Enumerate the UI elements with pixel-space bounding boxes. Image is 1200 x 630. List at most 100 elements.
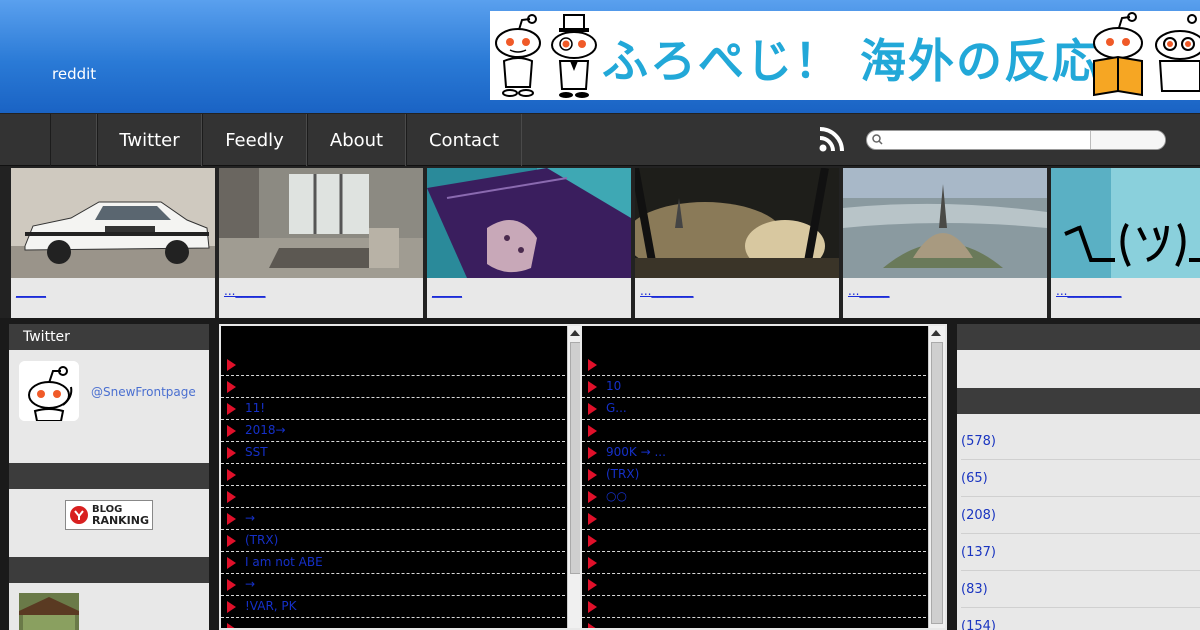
feed-item[interactable]: G...: [582, 398, 926, 420]
site-header: reddit ふろぺじ！ 海外の反応: [0, 0, 1200, 113]
feed-item[interactable]: [582, 354, 926, 376]
category-count[interactable]: (137): [961, 534, 1200, 571]
bullet-arrow-icon: [227, 403, 236, 415]
avatar[interactable]: [19, 361, 79, 421]
nav-item-twitter[interactable]: Twitter: [97, 114, 202, 166]
thumb-link[interactable]: ..._______: [640, 284, 693, 298]
blog-ranking-badge[interactable]: BLOG RANKING: [65, 500, 153, 530]
thumb-island-image: [843, 168, 1047, 278]
search-button[interactable]: [1090, 131, 1165, 149]
sidebar-section-heading: [9, 557, 209, 583]
category-count[interactable]: (578): [961, 423, 1200, 460]
feed-panel-left: 11! 2018→ SST → (TRX) I am not ABE → !VAR, PK: [219, 324, 586, 630]
sidebar-photo-image[interactable]: [19, 593, 79, 630]
thumb-link[interactable]: _____: [432, 284, 462, 298]
thumb-link[interactable]: _____: [16, 284, 46, 298]
feed-item-link[interactable]: I am not ABE: [245, 555, 323, 569]
category-count[interactable]: (154): [961, 608, 1200, 630]
bullet-arrow-icon: [227, 447, 236, 459]
feed-item[interactable]: ○○: [582, 486, 926, 508]
feed-item[interactable]: [221, 618, 565, 628]
feed-item[interactable]: 11!: [221, 398, 565, 420]
nav-item-label: Twitter: [119, 129, 180, 151]
nav-item-about[interactable]: About: [307, 114, 406, 166]
scroll-up-icon[interactable]: [931, 330, 941, 336]
featured-card[interactable]: ..._________: [1051, 168, 1200, 318]
mascot-left-image: [495, 14, 541, 97]
featured-card[interactable]: ..._______: [635, 168, 839, 318]
category-count[interactable]: (208): [961, 497, 1200, 534]
right-sidebar: (578) (65) (208) (137) (83) (154): [957, 324, 1200, 630]
feed-item[interactable]: [582, 596, 926, 618]
feed-scrollbar[interactable]: [928, 326, 945, 628]
feed-item-link[interactable]: 2018→: [245, 423, 286, 437]
feed-item[interactable]: 10: [582, 376, 926, 398]
bullet-arrow-icon: [588, 535, 597, 547]
feed-item-link[interactable]: →: [245, 577, 255, 591]
sidebar-section-heading: [957, 324, 1200, 350]
featured-card[interactable]: ..._____: [219, 168, 423, 318]
feed-item[interactable]: !VAR, PK: [221, 596, 565, 618]
bullet-arrow-icon: [227, 491, 236, 503]
feed-item[interactable]: SST: [221, 442, 565, 464]
feed-item[interactable]: →: [221, 574, 565, 596]
featured-card[interactable]: _____: [427, 168, 631, 318]
bullet-arrow-icon: [588, 359, 597, 371]
feed-item[interactable]: (TRX): [221, 530, 565, 552]
feed-item[interactable]: [221, 354, 565, 376]
feed-item-link[interactable]: 11!: [245, 401, 265, 415]
category-count[interactable]: (65): [961, 460, 1200, 497]
nav-item-home[interactable]: [50, 114, 97, 166]
search-input[interactable]: [887, 131, 1089, 149]
feed-item[interactable]: [582, 618, 926, 628]
mascot-tophat-image: [551, 14, 597, 98]
nav-item-label: Contact: [428, 129, 500, 151]
feed-item-link[interactable]: (TRX): [245, 533, 278, 547]
feed-item-link[interactable]: ○○: [606, 489, 627, 503]
bullet-arrow-icon: [227, 381, 236, 393]
feed-item[interactable]: [221, 464, 565, 486]
feed-item[interactable]: 2018→: [221, 420, 565, 442]
scroll-up-icon[interactable]: [570, 330, 580, 336]
category-count[interactable]: (83): [961, 571, 1200, 608]
feed-item[interactable]: (TRX): [582, 464, 926, 486]
nav-item-feedly[interactable]: Feedly: [202, 114, 307, 166]
feed-item[interactable]: [221, 486, 565, 508]
featured-card[interactable]: _____: [11, 168, 215, 318]
featured-strip: _____ ..._____ _____ ..._______ ..._____…: [0, 166, 1200, 318]
feed-item-link[interactable]: G...: [606, 401, 627, 415]
bullet-arrow-icon: [588, 381, 597, 393]
header-banner[interactable]: ふろぺじ！ 海外の反応: [490, 11, 1200, 100]
feed-item-link[interactable]: →: [245, 511, 255, 525]
feed-item-link[interactable]: SST: [245, 445, 268, 459]
rss-icon[interactable]: [818, 125, 846, 153]
twitter-handle-link[interactable]: @SnewFrontpage: [91, 385, 196, 399]
bullet-arrow-icon: [227, 425, 236, 437]
thumb-link[interactable]: ..._____: [224, 284, 265, 298]
site-title-link[interactable]: reddit: [52, 65, 96, 83]
nav-item-contact[interactable]: Contact: [406, 114, 522, 166]
scroll-thumb[interactable]: [931, 342, 943, 624]
feed-item[interactable]: [582, 420, 926, 442]
feed-item[interactable]: I am not ABE: [221, 552, 565, 574]
feed-item-link[interactable]: 10: [606, 379, 621, 393]
feed-item[interactable]: [582, 508, 926, 530]
feed-item-link[interactable]: 900K → ...: [606, 445, 666, 459]
bullet-arrow-icon: [227, 513, 236, 525]
feed-item[interactable]: →: [221, 508, 565, 530]
nav-item-label: Feedly: [225, 129, 284, 151]
feed-item[interactable]: [582, 574, 926, 596]
feed-item-link[interactable]: (TRX): [606, 467, 639, 481]
featured-card[interactable]: ..._____: [843, 168, 1047, 318]
bullet-arrow-icon: [588, 513, 597, 525]
thumb-link[interactable]: ..._________: [1056, 284, 1121, 298]
feed-item[interactable]: 900K → ...: [582, 442, 926, 464]
thumb-link[interactable]: ..._____: [848, 284, 889, 298]
feed-item[interactable]: [582, 530, 926, 552]
bullet-arrow-icon: [588, 601, 597, 613]
bullet-arrow-icon: [588, 403, 597, 415]
bullet-arrow-icon: [588, 469, 597, 481]
feed-item[interactable]: [221, 376, 565, 398]
feed-item-link[interactable]: !VAR, PK: [245, 599, 297, 613]
feed-item[interactable]: [582, 552, 926, 574]
